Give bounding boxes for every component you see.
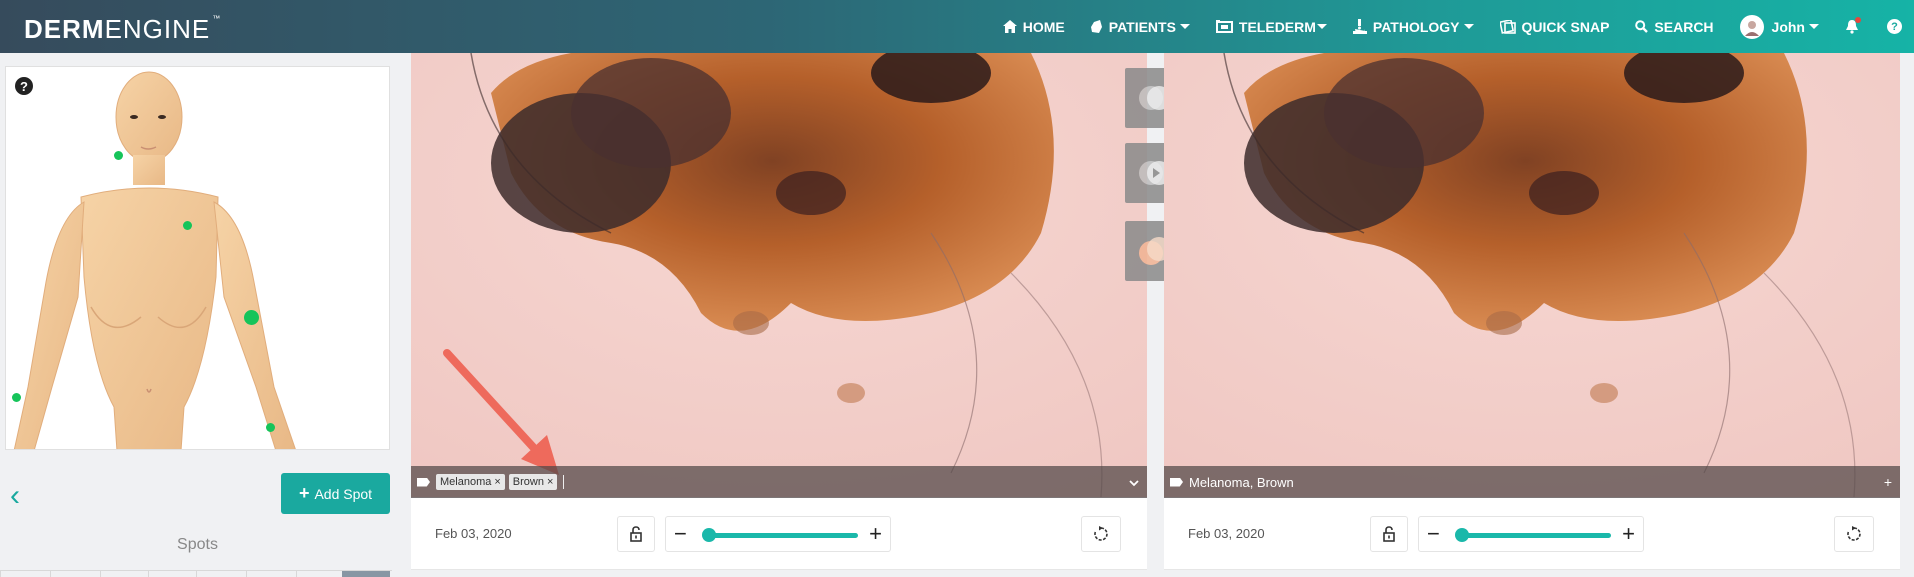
zoom-slider[interactable]: − + (665, 516, 891, 552)
help-icon: ? (1887, 19, 1902, 34)
rotate-button[interactable] (1081, 516, 1121, 552)
chevron-down-icon (1316, 24, 1327, 29)
add-spot-label: Add Spot (314, 485, 373, 502)
remove-tag-icon[interactable]: × (494, 476, 500, 488)
tag-chip-label: Melanoma (440, 476, 492, 488)
telederm-icon (1215, 20, 1233, 33)
bell-icon (1845, 17, 1861, 34)
nav-patients[interactable]: PATIENTS (1090, 18, 1190, 35)
nav-pathology-label: PATHOLOGY (1372, 18, 1460, 35)
brand-logo[interactable]: DERMENGINE ™ (24, 14, 221, 45)
zoom-track[interactable] (1461, 533, 1611, 538)
zoom-handle[interactable] (702, 528, 716, 542)
nav-telederm[interactable]: TELEDERM (1215, 18, 1327, 35)
lock-icon (1383, 526, 1395, 542)
brand-tm: ™ (212, 14, 222, 23)
right-tag-bar[interactable]: Melanoma, Brown + (1164, 466, 1900, 498)
brand-light: ENGINE (104, 14, 211, 44)
spots-tab-strip[interactable] (0, 570, 392, 577)
tag-summary: Melanoma, Brown (1189, 474, 1294, 490)
notification-dot (1855, 17, 1861, 23)
body-map[interactable]: ? (5, 66, 390, 450)
microscope-icon (1352, 19, 1367, 34)
zoom-in-button[interactable]: + (869, 521, 882, 547)
nav-patients-label: PATIENTS (1108, 18, 1176, 35)
avatar (1739, 14, 1764, 39)
rotate-icon (1847, 526, 1861, 541)
chevron-down-icon (1463, 24, 1474, 29)
spots-title: Spots (177, 536, 218, 553)
nav-search-label: SEARCH (1654, 18, 1714, 35)
nav-quick-snap-label: QUICK SNAP (1521, 18, 1610, 35)
tag-icon (1170, 477, 1183, 487)
tag-dropdown-toggle[interactable] (1129, 474, 1139, 490)
body-spot[interactable] (12, 393, 21, 402)
nav-pathology[interactable]: PATHOLOGY (1352, 18, 1474, 35)
remove-tag-icon[interactable]: × (547, 476, 553, 488)
tag-chip[interactable]: Melanoma × (436, 474, 505, 490)
back-button[interactable]: ‹ (10, 481, 30, 511)
left-tag-bar[interactable]: Melanoma × Brown × (411, 466, 1147, 498)
nav-quick-snap[interactable]: QUICK SNAP (1499, 18, 1610, 35)
chevron-down-icon (1809, 24, 1819, 29)
body-spot[interactable] (183, 221, 192, 230)
chevron-down-icon (1179, 24, 1190, 29)
tag-chip[interactable]: Brown × (508, 474, 558, 490)
camera-icon (1499, 19, 1516, 34)
body-spot[interactable] (266, 423, 275, 432)
nav-menu: HOME PATIENTS TELEDERM PATHOLOGY QUICK S… (1002, 0, 1914, 53)
body-spot[interactable] (244, 310, 259, 325)
chevron-down-icon (1129, 480, 1139, 487)
rotate-icon (1094, 526, 1108, 541)
zoom-handle[interactable] (1455, 528, 1469, 542)
left-image-panel[interactable] (411, 53, 1147, 497)
user-name: John (1771, 18, 1805, 35)
user-menu[interactable]: John (1739, 14, 1819, 39)
tag-icon (417, 477, 430, 487)
top-navbar: DERMENGINE ™ HOME PATIENTS TELEDERM PATH… (0, 0, 1914, 53)
help-button[interactable]: ? (1887, 19, 1902, 34)
zoom-out-button[interactable]: − (674, 521, 687, 547)
right-image-panel[interactable] (1164, 53, 1900, 497)
lock-button[interactable] (1370, 516, 1408, 552)
tag-input-cursor[interactable] (563, 475, 565, 489)
lock-button[interactable] (617, 516, 655, 552)
body-figure-image (13, 71, 296, 449)
zoom-track[interactable] (708, 533, 858, 538)
image-date: Feb 03, 2020 (1188, 526, 1265, 541)
zoom-slider[interactable]: − + (1418, 516, 1644, 552)
home-icon (1002, 20, 1017, 33)
brand-bold: DERM (24, 14, 105, 44)
search-icon (1635, 20, 1649, 33)
nav-home[interactable]: HOME (1002, 18, 1065, 35)
add-spot-button[interactable]: + Add Spot (281, 473, 390, 514)
plus-icon: + (298, 483, 310, 503)
add-tag-button[interactable]: + (1884, 474, 1892, 490)
zoom-out-button[interactable]: − (1427, 521, 1440, 547)
left-image-footer: Feb 03, 2020 − + (411, 498, 1147, 570)
nav-telederm-label: TELEDERM (1238, 18, 1316, 35)
right-image-footer: Feb 03, 2020 − + (1164, 498, 1900, 570)
patients-icon (1090, 20, 1103, 33)
dermoscopy-image-right (1164, 53, 1900, 497)
notifications-button[interactable] (1845, 17, 1865, 34)
zoom-in-button[interactable]: + (1622, 521, 1635, 547)
lock-icon (630, 526, 642, 542)
image-date: Feb 03, 2020 (435, 526, 512, 541)
nav-search[interactable]: SEARCH (1635, 18, 1714, 35)
rotate-button[interactable] (1834, 516, 1874, 552)
body-map-help-icon[interactable]: ? (15, 77, 33, 95)
tag-chip-label: Brown (512, 476, 544, 488)
body-spot[interactable] (114, 151, 123, 160)
nav-home-label: HOME (1022, 18, 1065, 35)
spots-tab-active[interactable] (342, 571, 390, 577)
